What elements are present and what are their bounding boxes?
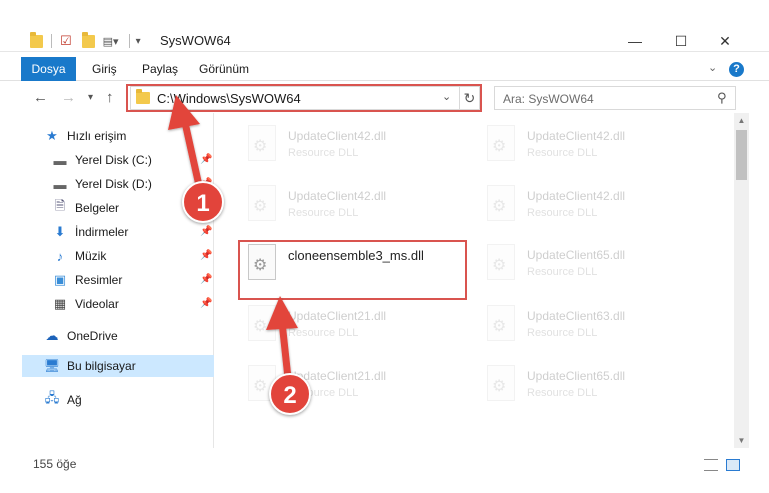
annotation-arrows [168,95,298,382]
step-1-badge: 1 [182,181,224,223]
step-2-badge: 2 [269,373,311,415]
arrow-1 [168,95,204,194]
arrow-2 [266,296,298,382]
